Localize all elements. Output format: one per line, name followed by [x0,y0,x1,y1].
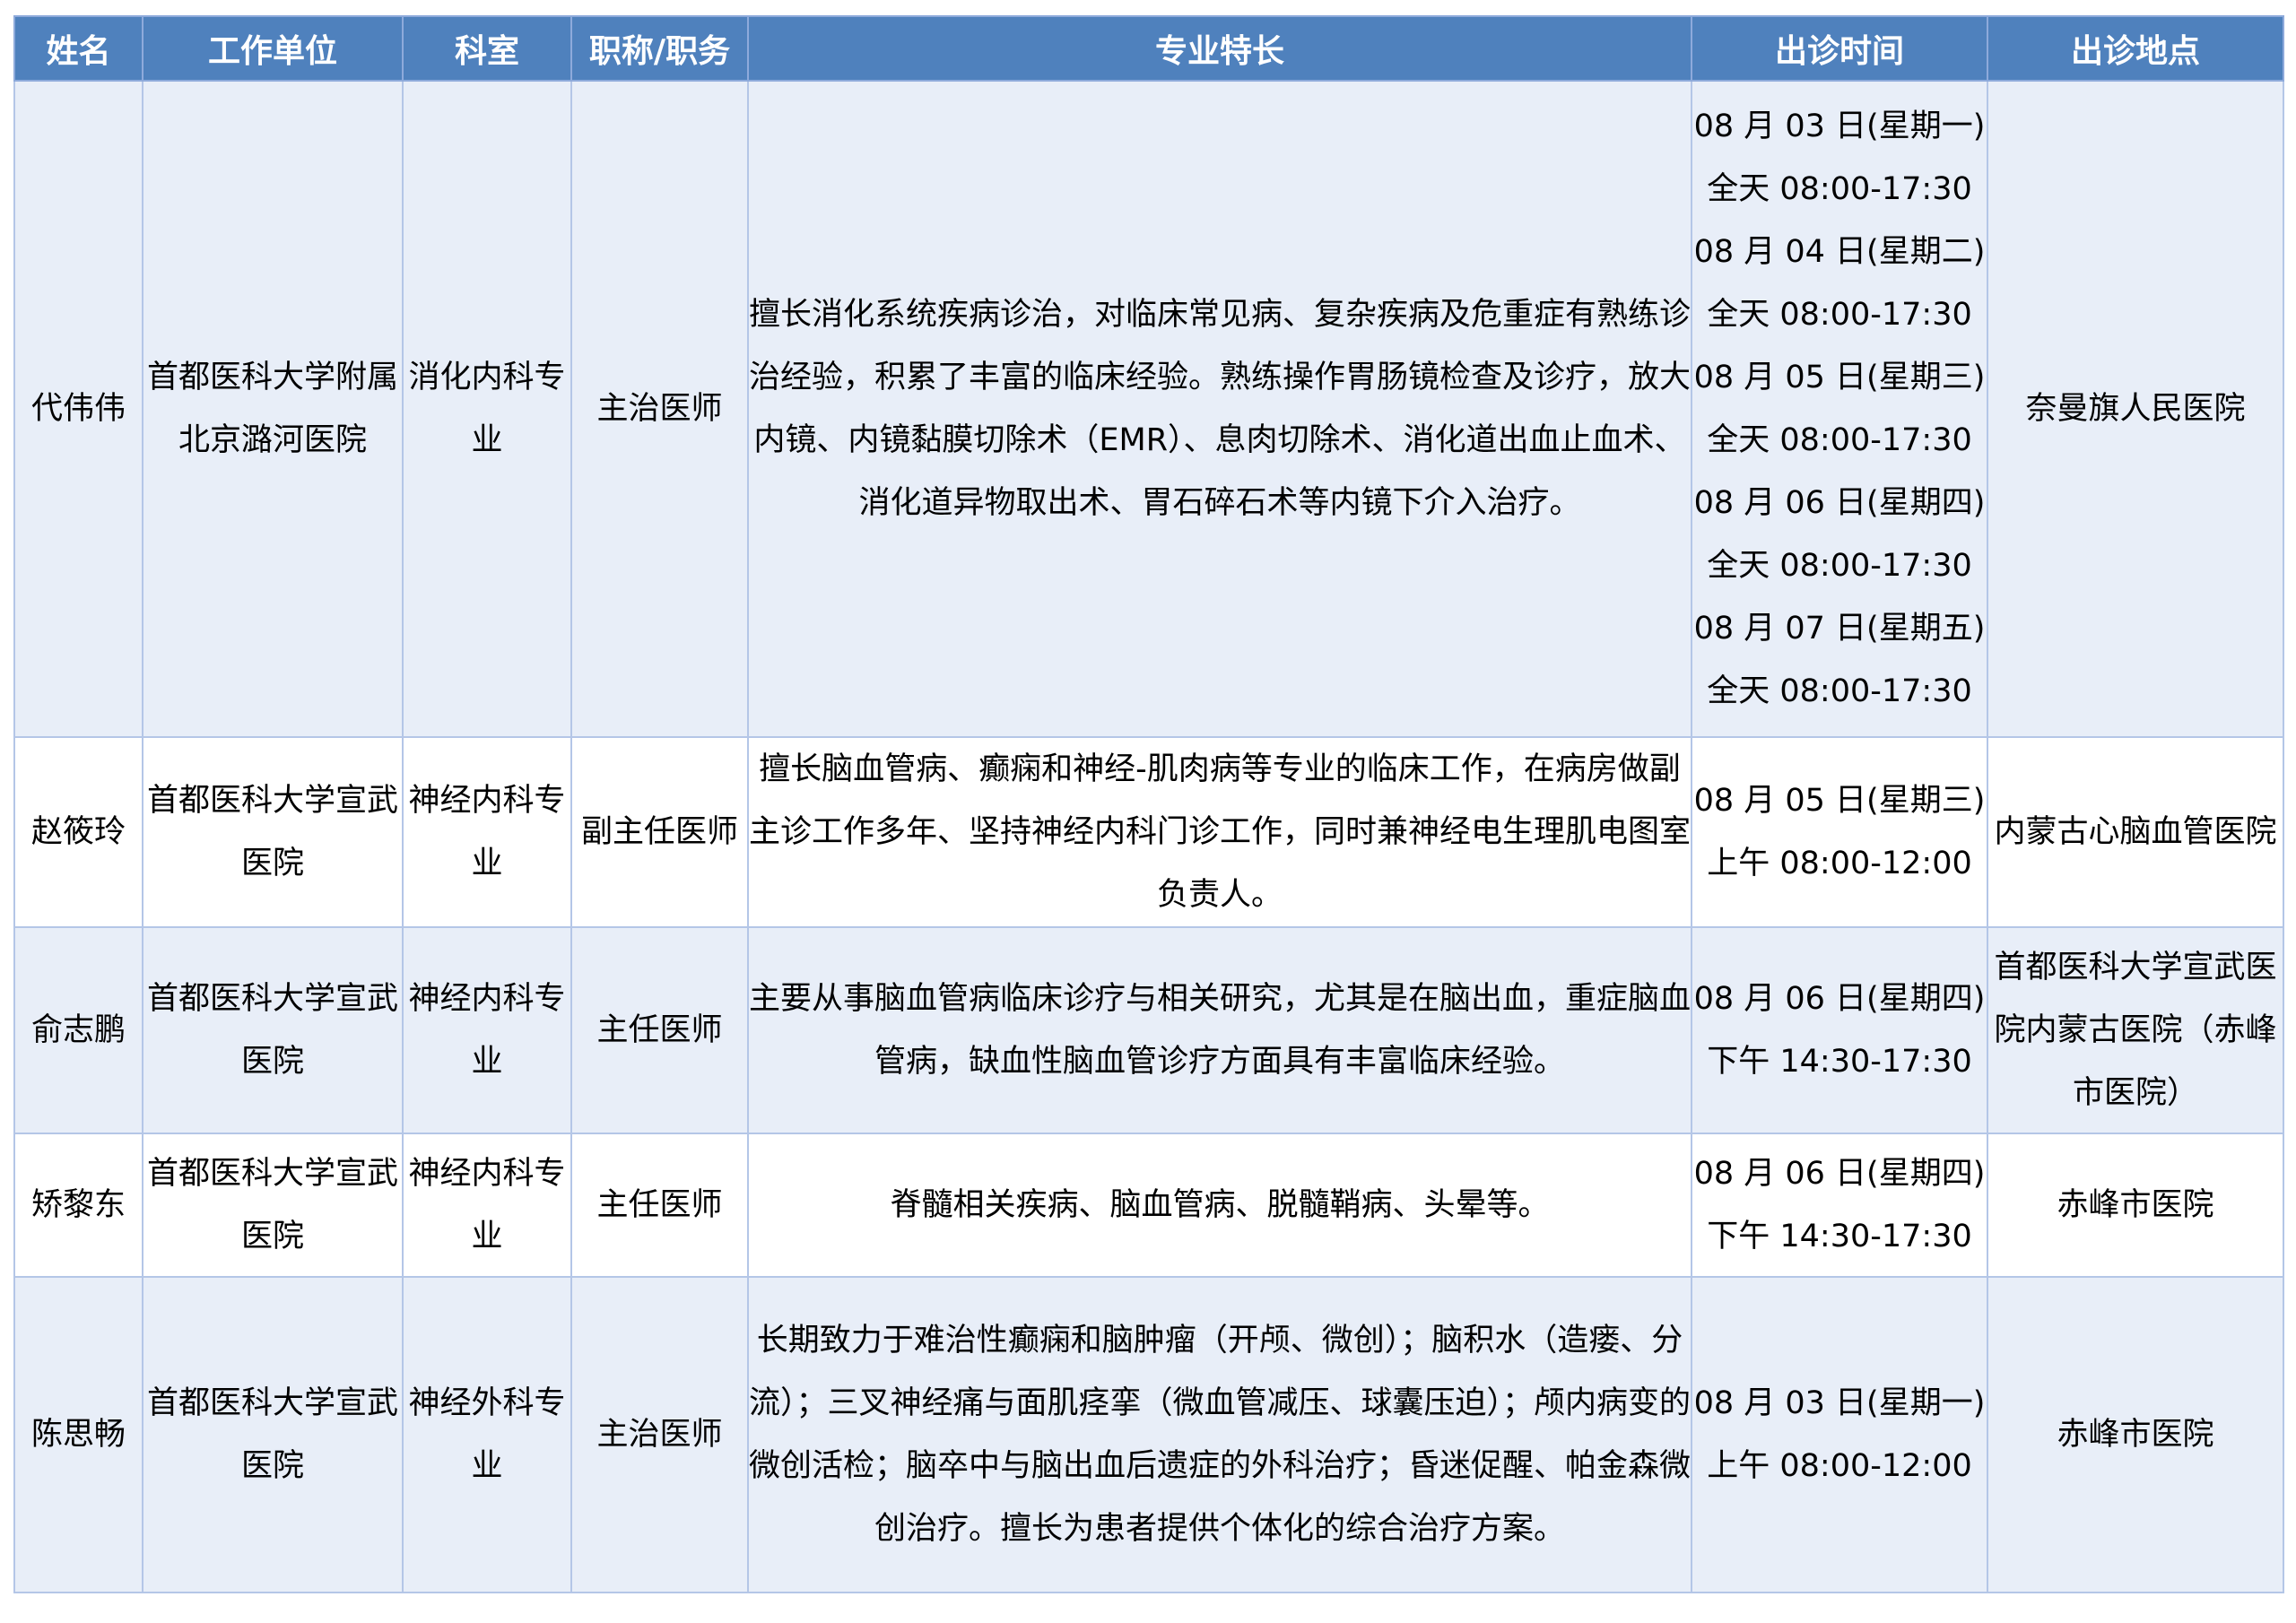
clinic-schedule-table: 姓名 工作单位 科室 职称/职务 专业特长 出诊时间 出诊地点 代伟伟 首都医科… [13,15,2284,1593]
time-slot: 全天 08:00-17:30 [1707,422,1972,458]
cell-dept: 神经内科专业 [402,1133,572,1278]
time-date: 08 月 03 日(星期一) [1693,1385,1986,1421]
cell-name: 陈思畅 [13,1276,144,1593]
cell-name: 俞志鹏 [13,926,144,1134]
time-date: 08 月 05 日(星期三) [1693,360,1986,395]
cell-place: 赤峰市医院 [1987,1276,2284,1593]
time-slot: 全天 08:00-17:30 [1707,171,1972,207]
cell-unit: 首都医科大学宣武医院 [142,736,404,928]
cell-unit: 首都医科大学宣武医院 [142,1133,404,1278]
cell-specialty: 主要从事脑血管病临床诊疗与相关研究，尤其是在脑出血，重症脑血管病，缺血性脑血管诊… [747,926,1692,1134]
cell-time: 08 月 05 日(星期三) 上午 08:00-12:00 [1691,736,1988,928]
time-date: 08 月 06 日(星期四) [1693,485,1986,521]
cell-dept: 神经内科专业 [402,736,572,928]
cell-dept: 神经内科专业 [402,926,572,1134]
cell-specialty: 脊髓相关疾病、脑血管病、脱髓鞘病、头晕等。 [747,1133,1692,1278]
cell-title: 主任医师 [570,1133,749,1278]
cell-place: 首都医科大学宣武医院内蒙古医院（赤峰市医院） [1987,926,2284,1134]
header-row: 姓名 工作单位 科室 职称/职务 专业特长 出诊时间 出诊地点 [13,15,2284,82]
table-row: 代伟伟 首都医科大学附属北京潞河医院 消化内科专业 主治医师 擅长消化系统疾病诊… [13,80,2284,738]
cell-name: 矫黎东 [13,1133,144,1278]
table-row: 俞志鹏 首都医科大学宣武医院 神经内科专业 主任医师 主要从事脑血管病临床诊疗与… [13,926,2284,1134]
cell-name: 代伟伟 [13,80,144,738]
table-row: 赵筱玲 首都医科大学宣武医院 神经内科专业 副主任医师 擅长脑血管病、癫痫和神经… [13,736,2284,928]
time-slot: 全天 08:00-17:30 [1707,297,1972,333]
cell-time: 08 月 03 日(星期一) 上午 08:00-12:00 [1691,1276,1988,1593]
time-slot: 全天 08:00-17:30 [1707,548,1972,584]
header-title: 职称/职务 [570,15,749,82]
cell-specialty: 擅长脑血管病、癫痫和神经-肌肉病等专业的临床工作，在病房做副主诊工作多年、坚持神… [747,736,1692,928]
time-slot: 下午 14:30-17:30 [1707,1044,1972,1080]
header-dept: 科室 [402,15,572,82]
cell-unit: 首都医科大学宣武医院 [142,926,404,1134]
header-time: 出诊时间 [1691,15,1988,82]
header-unit: 工作单位 [142,15,404,82]
time-slot: 下午 14:30-17:30 [1707,1219,1972,1254]
cell-time: 08 月 03 日(星期一) 全天 08:00-17:30 08 月 04 日(… [1691,80,1988,738]
cell-name: 赵筱玲 [13,736,144,928]
cell-unit: 首都医科大学附属北京潞河医院 [142,80,404,738]
time-date: 08 月 06 日(星期四) [1693,981,1986,1017]
cell-title: 主治医师 [570,80,749,738]
time-slot: 全天 08:00-17:30 [1707,673,1972,709]
cell-title: 主治医师 [570,1276,749,1593]
cell-time: 08 月 06 日(星期四) 下午 14:30-17:30 [1691,926,1988,1134]
cell-unit: 首都医科大学宣武医院 [142,1276,404,1593]
time-date: 08 月 04 日(星期二) [1693,234,1986,270]
time-slot: 上午 08:00-12:00 [1707,846,1972,881]
cell-place: 赤峰市医院 [1987,1133,2284,1278]
cell-title: 主任医师 [570,926,749,1134]
cell-dept: 神经外科专业 [402,1276,572,1593]
cell-specialty: 擅长消化系统疾病诊治，对临床常见病、复杂疾病及危重症有熟练诊治经验，积累了丰富的… [747,80,1692,738]
cell-place: 奈曼旗人民医院 [1987,80,2284,738]
time-slot: 上午 08:00-12:00 [1707,1448,1972,1484]
time-date: 08 月 03 日(星期一) [1693,108,1986,144]
table-row: 矫黎东 首都医科大学宣武医院 神经内科专业 主任医师 脊髓相关疾病、脑血管病、脱… [13,1133,2284,1278]
cell-dept: 消化内科专业 [402,80,572,738]
cell-time: 08 月 06 日(星期四) 下午 14:30-17:30 [1691,1133,1988,1278]
cell-title: 副主任医师 [570,736,749,928]
table-row: 陈思畅 首都医科大学宣武医院 神经外科专业 主治医师 长期致力于难治性癫痫和脑肿… [13,1276,2284,1593]
time-date: 08 月 05 日(星期三) [1693,783,1986,819]
time-date: 08 月 06 日(星期四) [1693,1156,1986,1192]
time-date: 08 月 07 日(星期五) [1693,611,1986,647]
header-specialty: 专业特长 [747,15,1692,82]
cell-place: 内蒙古心脑血管医院 [1987,736,2284,928]
header-place: 出诊地点 [1987,15,2284,82]
cell-specialty: 长期致力于难治性癫痫和脑肿瘤（开颅、微创）；脑积水（造瘘、分流）；三叉神经痛与面… [747,1276,1692,1593]
header-name: 姓名 [13,15,144,82]
